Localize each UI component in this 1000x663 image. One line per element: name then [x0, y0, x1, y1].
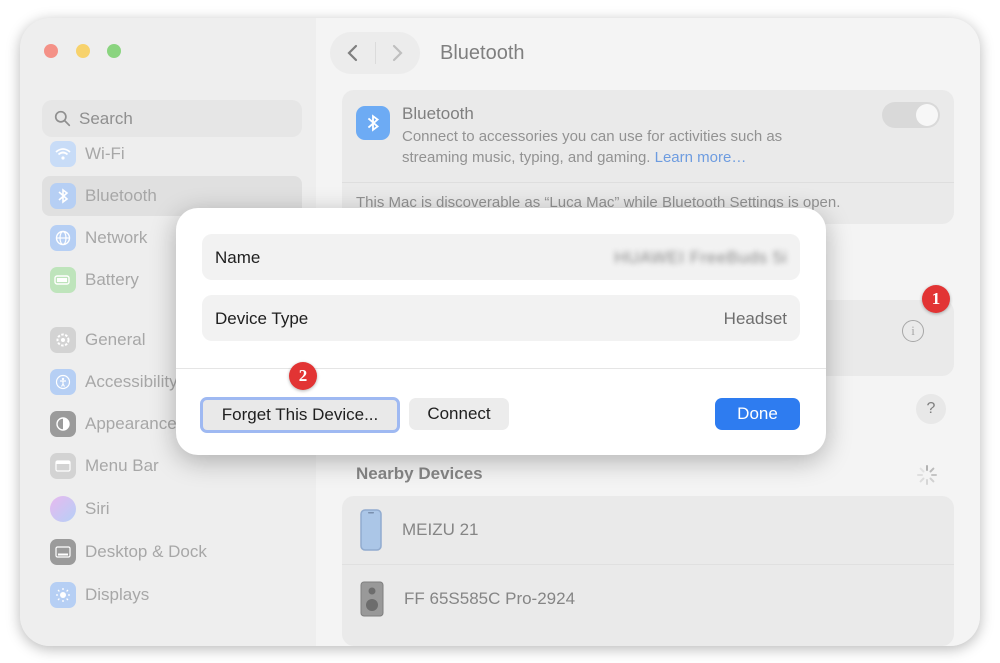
device-info-dialog: Name HUAWEI FreeBuds 5i Device Type Head… — [176, 208, 826, 455]
done-button[interactable]: Done — [715, 398, 800, 430]
device-name-value: HUAWEI FreeBuds 5i — [614, 248, 787, 267]
device-type-row: Device Type Headset — [202, 295, 800, 341]
device-type-label: Device Type — [215, 309, 309, 328]
annotation-badge-1: 1 — [922, 285, 950, 313]
name-row: Name HUAWEI FreeBuds 5i — [202, 234, 800, 280]
device-type-value: Headset — [723, 309, 787, 328]
connect-button[interactable]: Connect — [409, 398, 509, 430]
annotation-badge-2: 2 — [289, 362, 317, 390]
dialog-divider — [176, 368, 826, 369]
name-label: Name — [215, 248, 261, 267]
forget-device-button[interactable]: Forget This Device... — [200, 397, 400, 433]
